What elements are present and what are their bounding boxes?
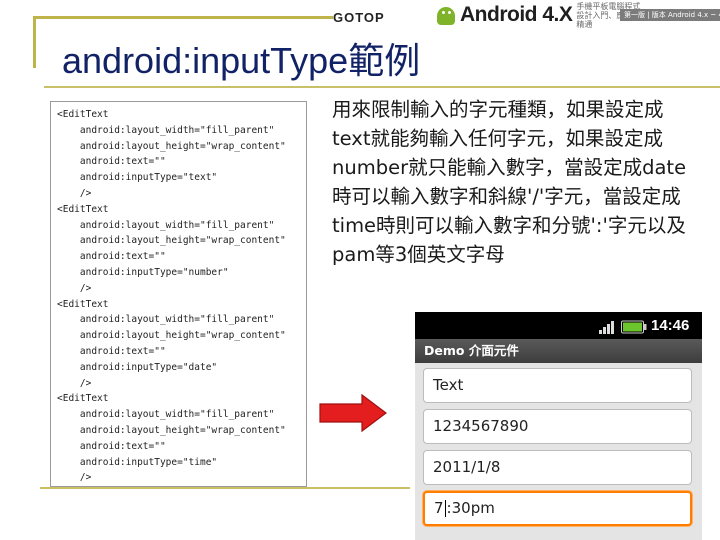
app-content: Text 1234567890 2011/1/8 7:30pm [415, 363, 702, 540]
text-input-field[interactable]: Text [423, 368, 692, 403]
date-input-field[interactable]: 2011/1/8 [423, 450, 692, 485]
slide-title: android:inputType範例 [62, 40, 421, 81]
code-line: /> [57, 282, 92, 294]
code-line: <EditText [57, 109, 109, 120]
code-line: <EditText [57, 393, 109, 405]
battery-icon [621, 320, 647, 334]
code-line: android:layout_height="wrap_content" [57, 330, 286, 342]
publisher-logo: GOTOP [333, 10, 385, 25]
brand-logo: Android 4.X 手機平板電腦程式設計入門、應用到精通 [435, 2, 646, 29]
code-line: android:layout_width="fill_parent" [57, 409, 275, 421]
signal-icon [599, 321, 614, 334]
description-text: 用來限制輸入的字元種類，如果設定成text就能夠輸入任何字元，如果設定成numb… [332, 98, 687, 266]
code-line: <EditText [57, 203, 109, 215]
title-rule [44, 86, 720, 88]
status-bar: 14:46 [415, 312, 702, 339]
code-line: /> [57, 377, 92, 389]
right-arrow-icon [319, 393, 387, 433]
time-text-after-caret: :30pm [446, 499, 495, 517]
brand-name: Android 4.X [460, 3, 573, 26]
code-line: android:inputType="date" [57, 361, 218, 373]
code-line: <EditText [57, 298, 109, 310]
code-line: android:layout_height="wrap_content" [57, 140, 286, 152]
frame-bottom-line [40, 487, 410, 489]
code-line: android:inputType="number" [57, 266, 229, 278]
code-line: android:inputType="time" [57, 456, 218, 468]
code-line: /> [57, 472, 92, 484]
code-line: android:inputType="text" [57, 172, 218, 184]
time-input-field[interactable]: 7:30pm [423, 491, 692, 526]
code-line: android:text="" [57, 251, 166, 263]
code-line: /> [57, 187, 92, 199]
code-line: android:text="" [57, 156, 166, 168]
code-listing: <EditText android:layout_width="fill_par… [50, 101, 307, 487]
code-line: android:layout_width="fill_parent" [57, 124, 275, 136]
text-caret [444, 500, 446, 517]
app-title-bar: Demo 介面元件 [415, 339, 702, 363]
frame-left-line [33, 16, 36, 68]
code-line: android:layout_width="fill_parent" [57, 219, 275, 231]
frame-top-line [33, 16, 333, 19]
code-line: android:layout_width="fill_parent" [57, 314, 275, 326]
time-text-before-caret: 7 [434, 499, 444, 517]
code-line: android:text="" [57, 440, 166, 452]
phone-screenshot: 14:46 Demo 介面元件 Text 1234567890 2011/1/8… [415, 312, 702, 540]
android-robot-icon [435, 5, 457, 25]
header-tab: 第一版 | 版本 Android 4.x ~ 4.X [620, 9, 720, 21]
code-line: android:layout_height="wrap_content" [57, 235, 286, 247]
status-time: 14:46 [651, 317, 690, 334]
code-line: android:layout_height="wrap_content" [57, 424, 286, 436]
number-input-field[interactable]: 1234567890 [423, 409, 692, 444]
code-line: android:text="" [57, 345, 166, 357]
